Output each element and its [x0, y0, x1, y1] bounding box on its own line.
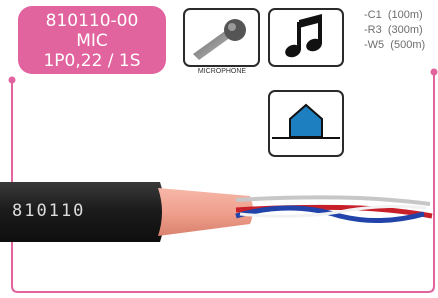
cable-spec: 1P0,22 / 1S: [43, 51, 141, 71]
drain-wire: [235, 195, 431, 206]
product-code-badge: 810110-00 MIC 1P0,22 / 1S: [18, 6, 166, 74]
music-signal-box: [268, 8, 344, 67]
variant-length: (300m): [387, 24, 423, 36]
cable-type: MIC: [76, 31, 108, 51]
variant-code: -R3: [364, 24, 382, 36]
variant-c1: -C1 (100m): [364, 8, 425, 23]
variant-length: (100m): [387, 9, 423, 21]
microphone-label: MICROPHONE: [197, 68, 247, 75]
product-code: 810110-00: [45, 11, 139, 31]
variant-list: -C1 (100m) -R3 (300m) -W5 (500m): [364, 8, 425, 53]
variant-code: -W5: [364, 39, 385, 51]
variant-length: (500m): [390, 39, 426, 51]
variant-r3: -R3 (300m): [364, 23, 425, 38]
cable-print-text: 810110: [12, 201, 86, 221]
variant-code: -C1: [364, 9, 382, 21]
variant-w5: -W5 (500m): [364, 38, 425, 53]
microphone-icon: [193, 19, 246, 60]
microphone-application-box: [183, 8, 260, 67]
music-note-icon: [285, 14, 322, 58]
house-icon: [272, 103, 340, 139]
indoor-installation-box: [268, 90, 344, 157]
